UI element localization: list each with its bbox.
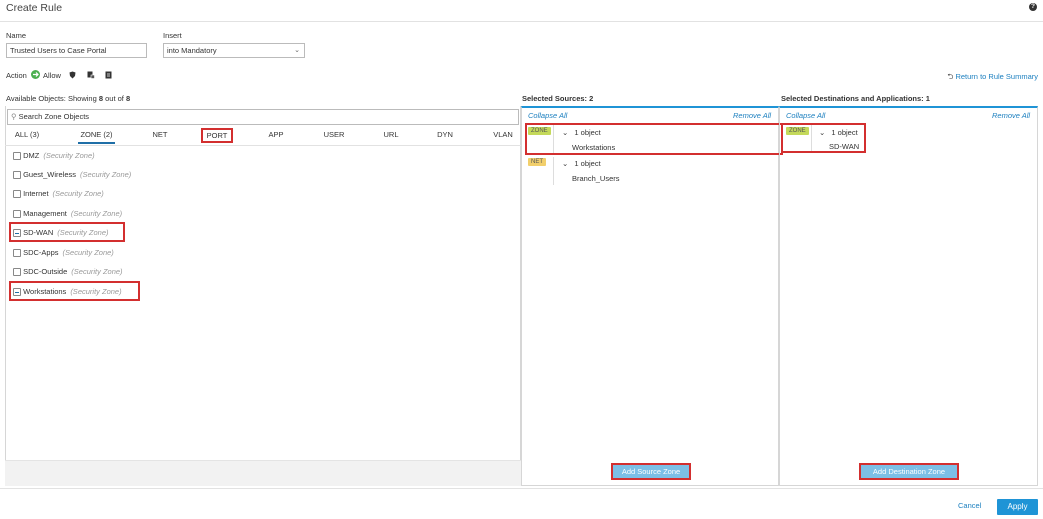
- sources-collapse-all-link[interactable]: Collapse All: [528, 111, 567, 120]
- checkbox[interactable]: [13, 171, 21, 180]
- dialog-title: Create Rule: [6, 2, 63, 14]
- checkbox[interactable]: [13, 152, 21, 161]
- allow-icon: [31, 70, 40, 79]
- list-item[interactable]: Guest_Wireless (Security Zone): [13, 170, 131, 180]
- list-item[interactable]: DMZ (Security Zone): [13, 151, 95, 161]
- return-arrow-icon: ⮌: [947, 72, 954, 81]
- destinations-panel: [779, 106, 1038, 486]
- dialog-footer: Cancel Apply: [0, 488, 1043, 519]
- insert-select[interactable]: into Mandatory ⌄: [163, 43, 305, 58]
- checkbox[interactable]: [13, 210, 21, 219]
- name-label: Name: [6, 31, 27, 40]
- add-source-zone-button[interactable]: Add Source Zone: [611, 463, 691, 480]
- tab-app[interactable]: APP: [262, 130, 290, 143]
- source-item[interactable]: Branch_Users: [572, 174, 620, 183]
- document-icon[interactable]: [105, 71, 112, 81]
- list-item[interactable]: Workstations (Security Zone): [9, 281, 140, 301]
- search-input[interactable]: ⚲ Search Zone Objects: [7, 109, 519, 125]
- shield-icon[interactable]: [69, 71, 76, 81]
- destinations-remove-all-link[interactable]: Remove All: [992, 111, 1030, 120]
- list-item[interactable]: SD-WAN (Security Zone): [9, 222, 125, 242]
- checkbox[interactable]: [13, 288, 21, 297]
- sources-remove-all-link[interactable]: Remove All: [733, 111, 771, 120]
- action-value[interactable]: Allow: [43, 71, 61, 80]
- tab-url[interactable]: URL: [378, 130, 404, 143]
- cancel-button[interactable]: Cancel: [958, 501, 981, 510]
- insert-label: Insert: [163, 31, 182, 40]
- tab-port[interactable]: PORT: [201, 128, 233, 143]
- chevron-down-icon: ⌄: [562, 159, 569, 168]
- return-to-rule-summary-link[interactable]: ⮌ Return to Rule Summary: [947, 71, 1038, 84]
- action-label: Action: [6, 71, 27, 80]
- list-item[interactable]: SDC-Outside (Security Zone): [13, 267, 123, 277]
- zone-source-highlight: [525, 123, 783, 155]
- checkbox[interactable]: [13, 268, 21, 277]
- checkbox[interactable]: [13, 229, 21, 238]
- name-input[interactable]: Trusted Users to Case Portal: [6, 43, 147, 58]
- chevron-down-icon: ⌄: [294, 47, 300, 54]
- tab-net[interactable]: NET: [148, 130, 172, 143]
- available-panel-footer: [5, 460, 521, 486]
- tab-zone[interactable]: ZONE (2): [78, 130, 115, 144]
- net-badge: NET: [528, 158, 546, 166]
- list-item[interactable]: Internet (Security Zone): [13, 189, 104, 199]
- log-icon[interactable]: [87, 71, 95, 81]
- group-divider: [553, 157, 554, 185]
- tab-vlan[interactable]: VLAN: [489, 130, 517, 143]
- list-item[interactable]: SDC-Apps (Security Zone): [13, 248, 114, 258]
- add-destination-zone-button[interactable]: Add Destination Zone: [859, 463, 959, 480]
- tab-user[interactable]: USER: [319, 130, 349, 143]
- tab-dyn[interactable]: DYN: [432, 130, 458, 143]
- available-objects-heading: Available Objects: Showing 8 out of 8: [6, 94, 131, 103]
- destinations-collapse-all-link[interactable]: Collapse All: [786, 111, 825, 120]
- search-icon: ⚲: [11, 112, 17, 121]
- selected-sources-heading: Selected Sources: 2: [522, 94, 594, 103]
- checkbox[interactable]: [13, 190, 21, 199]
- insert-select-value: into Mandatory: [167, 46, 217, 55]
- apply-button[interactable]: Apply: [997, 499, 1038, 515]
- zone-destination-highlight: [781, 123, 866, 153]
- selected-destinations-heading: Selected Destinations and Applications: …: [781, 94, 930, 103]
- question-circle-icon[interactable]: ?: [1029, 3, 1037, 11]
- tabs-divider: [5, 145, 521, 146]
- sources-panel: [521, 106, 779, 486]
- dialog-header: Create Rule ?: [0, 0, 1043, 22]
- source-group-count[interactable]: ⌄ 1 object: [562, 159, 601, 168]
- tab-all[interactable]: ALL (3): [11, 130, 43, 143]
- checkbox[interactable]: [13, 249, 21, 258]
- list-item[interactable]: Management (Security Zone): [13, 209, 122, 219]
